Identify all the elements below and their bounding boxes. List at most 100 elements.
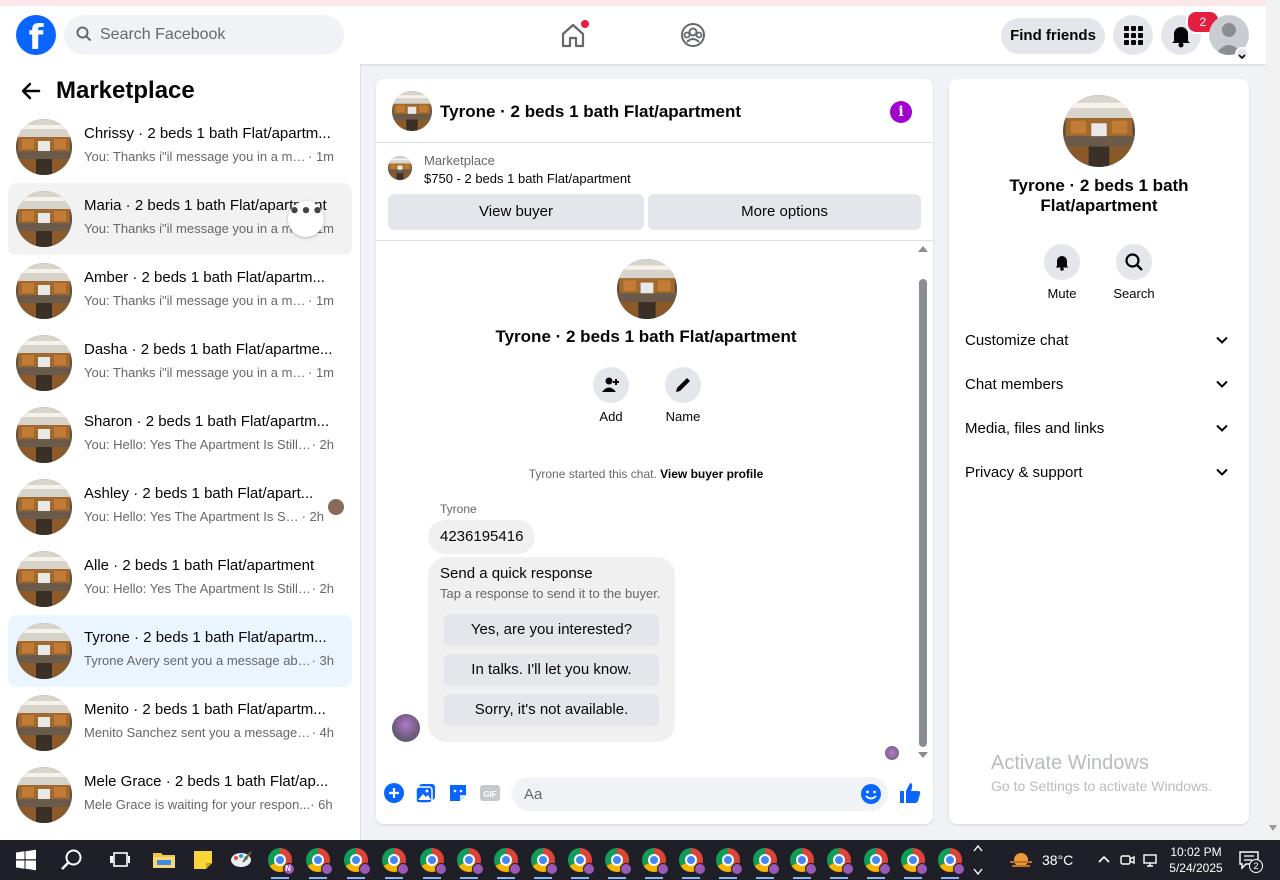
menu-button[interactable] [1113,15,1153,55]
conversation-item[interactable]: Menito · 2 beds 1 bath Flat/apartm... Me… [8,687,352,759]
conversation-item[interactable]: Ashley · 2 beds 1 bath Flat/apart... You… [8,471,352,543]
privacy-support-row[interactable]: Privacy & support [957,453,1241,493]
chrome-profile-icon[interactable] [306,848,333,875]
task-view-icon[interactable] [108,848,132,872]
add-people-button[interactable]: Add [581,367,641,424]
activate-windows-subtitle: Go to Settings to activate Windows. [991,778,1212,794]
quick-reply-button[interactable]: In talks. I'll let you know. [444,654,659,686]
chrome-profile-icon[interactable] [901,848,928,875]
windows-start-icon[interactable] [14,848,38,872]
back-arrow-icon[interactable] [20,80,42,102]
listing-price[interactable]: $750 - 2 beds 1 bath Flat/apartment [424,171,631,186]
seen-indicator-avatar [885,746,899,760]
chevron-down-icon [1216,336,1228,344]
conversation-item[interactable]: Maria · 2 beds 1 bath Flat/apartment You… [8,183,352,255]
chrome-profile-icon[interactable] [568,848,595,875]
chrome-profile-icon[interactable] [642,848,669,875]
chrome-profile-icon[interactable] [864,848,891,875]
chrome-profile-icon[interactable] [605,848,632,875]
scroll-down-arrow-icon[interactable] [918,752,928,758]
gif-icon[interactable]: GIF [479,782,501,804]
conversation-item-active[interactable]: Tyrone · 2 beds 1 bath Flat/apartm... Ty… [8,615,352,687]
thumbs-up-icon[interactable] [898,781,922,805]
running-indicator [534,877,552,879]
action-center-count: 2 [1249,859,1263,873]
paint-icon[interactable] [229,848,253,872]
name-chat-button[interactable]: Name [653,367,713,424]
weather-icon[interactable] [1008,848,1034,872]
chrome-profile-icon[interactable] [382,848,409,875]
taskbar-search-icon[interactable] [60,848,84,872]
more-options-icon[interactable]: ••• [288,201,324,237]
emoji-icon[interactable] [860,783,882,805]
file-explorer-icon[interactable] [152,848,176,872]
chrome-profile-icon[interactable] [494,848,521,875]
media-files-links-row[interactable]: Media, files and links [957,409,1241,449]
page-scrollbar[interactable] [1266,0,1280,840]
conversation-item[interactable]: Dasha · 2 beds 1 bath Flat/apartme... Yo… [8,327,352,399]
find-friends-button[interactable]: Find friends [1001,18,1105,54]
meet-now-icon[interactable] [1119,852,1135,868]
message-input[interactable] [512,777,888,811]
chat-scroll-thumb[interactable] [919,279,927,747]
running-indicator [793,877,811,879]
customize-chat-row[interactable]: Customize chat [957,321,1241,361]
chrome-profile-icon[interactable] [344,848,371,875]
groups-icon[interactable] [678,20,708,50]
chrome-profile-icon[interactable] [420,848,447,875]
search-bar[interactable] [64,15,344,55]
conversation-item[interactable]: Alle · 2 beds 1 bath Flat/apartment You:… [8,543,352,615]
top-navigation-bar: f Find friends 2 [0,0,1266,64]
conversation-snippet: Menito Sanchez sent you a message a... ·… [84,725,334,740]
chrome-profile-icon[interactable] [457,848,484,875]
running-indicator [460,877,478,879]
chrome-profile-icon[interactable] [716,848,743,875]
system-clock[interactable]: 10:02 PM 5/24/2025 [1166,844,1226,876]
sticker-icon[interactable] [447,782,469,804]
account-chevron-icon[interactable] [1235,47,1249,61]
taskbar-overflow-arrows-icon[interactable] [973,842,983,878]
sticky-notes-icon[interactable] [191,848,215,872]
chrome-profile-icon[interactable] [790,848,817,875]
message-bubble[interactable]: 4236195416 [428,520,536,554]
facebook-logo[interactable]: f [16,15,56,55]
sender-avatar[interactable] [392,714,420,742]
chat-title[interactable]: Tyrone · 2 beds 1 bath Flat/apartment [440,102,741,122]
photo-icon[interactable] [415,782,437,804]
pencil-icon [676,378,690,392]
quick-reply-button[interactable]: Yes, are you interested? [444,614,659,646]
chrome-profile-icon[interactable]: N [268,848,295,875]
seen-avatar [328,499,344,515]
scroll-down-arrow-icon[interactable] [1269,825,1277,831]
listing-thumbnail[interactable] [388,156,412,180]
running-indicator [347,877,365,879]
quick-reply-button[interactable]: Sorry, it's not available. [444,694,659,726]
conversation-item[interactable]: Sharon · 2 beds 1 bath Flat/apartm... Yo… [8,399,352,471]
chrome-profile-icon[interactable] [938,848,965,875]
view-buyer-button[interactable]: View buyer [388,194,644,230]
conversation-item[interactable]: Amber · 2 beds 1 bath Flat/apartm... You… [8,255,352,327]
network-icon[interactable] [1142,852,1158,868]
plus-icon[interactable] [383,782,405,804]
chat-members-row[interactable]: Chat members [957,365,1241,405]
chrome-profile-icon[interactable] [753,848,780,875]
search-input[interactable] [100,15,330,55]
more-options-button[interactable]: More options [648,194,921,230]
mute-button[interactable]: Mute [1032,244,1092,301]
conversation-name: Chrissy · 2 beds 1 bath Flat/apartm... [84,125,331,142]
view-buyer-profile-link[interactable]: View buyer profile [660,467,763,481]
conversation-item[interactable]: Mele Grace · 2 beds 1 bath Flat/ap... Me… [8,759,352,831]
info-icon[interactable]: i [890,101,912,123]
show-hidden-icons-chevron-icon[interactable] [1096,852,1112,868]
chrome-profile-icon[interactable] [679,848,706,875]
conversation-item[interactable]: Chrissy · 2 beds 1 bath Flat/apartm... Y… [8,111,352,183]
chrome-profile-icon[interactable] [531,848,558,875]
clock-time: 10:02 PM [1170,845,1222,859]
chrome-profile-icon[interactable] [827,848,854,875]
scroll-up-arrow-icon[interactable] [918,246,928,252]
temperature[interactable]: 38°C [1042,852,1073,868]
listing-thumbnail [16,335,72,391]
search-in-chat-button[interactable]: Search [1104,244,1164,301]
chat-avatar[interactable] [392,91,432,131]
listing-thumbnail [16,119,72,175]
